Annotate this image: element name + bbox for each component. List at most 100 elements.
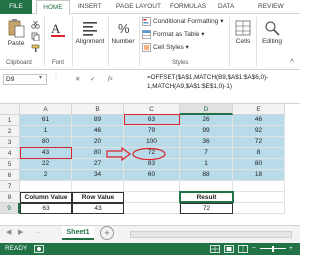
tab-review[interactable]: REVIEW xyxy=(258,0,284,14)
tab-formulas[interactable]: FORMULAS xyxy=(170,0,206,14)
alignment-label: Alignment xyxy=(75,38,105,45)
cell-b2[interactable]: 46 xyxy=(72,126,124,137)
horizontal-scrollbar[interactable] xyxy=(130,231,292,238)
cell-d1[interactable]: 26 xyxy=(180,115,233,126)
paste-icon xyxy=(8,19,25,38)
copy-icon[interactable] xyxy=(31,32,40,41)
cell-e2[interactable]: 92 xyxy=(233,126,285,137)
worksheet-grid[interactable]: A B C D E 1 61 89 63 26 46 2 1 46 79 99 92 3 80 20 100 36 72 4 4… xyxy=(0,104,300,224)
column-header-b[interactable]: B xyxy=(72,104,124,115)
cell-e4[interactable]: 8 xyxy=(233,148,285,159)
cell-e5[interactable]: 80 xyxy=(233,159,285,170)
conditional-formatting-button[interactable]: Conditional Formatting ▾ xyxy=(142,17,223,27)
tab-data[interactable]: DATA xyxy=(218,0,234,14)
cell-a6[interactable]: 2 xyxy=(20,170,72,181)
editing-button[interactable]: Editing xyxy=(257,20,287,45)
row-header-7[interactable]: 7 xyxy=(0,181,20,192)
svg-text:A: A xyxy=(51,21,61,36)
cell-d4[interactable]: 7 xyxy=(180,148,233,159)
cells-button[interactable]: Cells xyxy=(231,20,255,45)
cell-e7[interactable] xyxy=(233,181,285,192)
zoom-in-icon[interactable]: + xyxy=(289,243,293,255)
cell-c6[interactable]: 60 xyxy=(124,170,180,181)
cell-a5[interactable]: 22 xyxy=(20,159,72,170)
page-layout-view-icon[interactable] xyxy=(224,245,234,253)
ribbon-tab-bar: FILE HOME INSERT PAGE LAYOUT FORMULAS DA… xyxy=(0,0,300,15)
cell-e6[interactable]: 18 xyxy=(233,170,285,181)
prev-sheet-icon[interactable]: ◀ xyxy=(6,228,11,236)
cell-styles-icon xyxy=(142,43,151,52)
cell-b7[interactable] xyxy=(72,181,124,192)
row-header-3[interactable]: 3 xyxy=(0,137,20,148)
cell-e8[interactable] xyxy=(233,192,285,203)
tab-home[interactable]: HOME xyxy=(36,0,70,15)
name-box-dropdown-icon[interactable]: ▾ xyxy=(39,74,42,81)
cell-d6[interactable]: 88 xyxy=(180,170,233,181)
collapse-ribbon-icon[interactable]: ˄ xyxy=(290,58,294,65)
cell-d5[interactable]: 1 xyxy=(180,159,233,170)
cell-c2[interactable]: 79 xyxy=(124,126,180,137)
cell-c8[interactable] xyxy=(124,192,180,203)
cell-a7[interactable] xyxy=(20,181,72,192)
font-group-label: Font xyxy=(52,60,65,66)
next-sheet-icon[interactable]: ▶ xyxy=(18,228,23,236)
row-header-2[interactable]: 2 xyxy=(0,126,20,137)
cell-a9[interactable]: 63 xyxy=(20,203,72,214)
column-header-e[interactable]: E xyxy=(233,104,285,115)
ribbon-divider xyxy=(229,17,230,67)
insert-function-icon[interactable]: fx xyxy=(108,75,113,82)
font-button[interactable]: A xyxy=(46,20,70,40)
cell-e3[interactable]: 72 xyxy=(233,137,285,148)
row-header-9[interactable]: 9 xyxy=(0,203,20,214)
cell-b6[interactable]: 34 xyxy=(72,170,124,181)
row-header-8[interactable]: 8 xyxy=(0,192,20,203)
cell-a1[interactable]: 61 xyxy=(20,115,72,126)
font-icon: A xyxy=(51,21,65,37)
cell-d3[interactable]: 36 xyxy=(180,137,233,148)
column-header-a[interactable]: A xyxy=(20,104,72,115)
cell-b8[interactable]: Row Value xyxy=(72,192,124,203)
cell-a2[interactable]: 1 xyxy=(20,126,72,137)
status-ready: READY xyxy=(5,245,28,252)
tab-page-layout[interactable]: PAGE LAYOUT xyxy=(116,0,161,14)
tab-file[interactable]: FILE xyxy=(0,0,32,14)
cell-e1[interactable]: 46 xyxy=(233,115,285,126)
select-all-corner[interactable] xyxy=(0,104,20,115)
paste-button[interactable]: Paste xyxy=(4,18,28,47)
cell-c9[interactable] xyxy=(124,203,180,214)
row-header-6[interactable]: 6 xyxy=(0,170,20,181)
row-header-5[interactable]: 5 xyxy=(0,159,20,170)
cells-icon xyxy=(235,20,251,36)
row-header-4[interactable]: 4 xyxy=(0,148,20,159)
page-break-view-icon[interactable] xyxy=(238,245,248,253)
row-header-1[interactable]: 1 xyxy=(0,115,20,126)
cell-d9[interactable]: 72 xyxy=(180,203,233,214)
tab-sheet1[interactable]: Sheet1 xyxy=(62,226,94,240)
tab-insert[interactable]: INSERT xyxy=(78,0,102,14)
cell-b1[interactable]: 89 xyxy=(72,115,124,126)
more-sheets-icon[interactable]: … xyxy=(34,228,41,235)
cell-d2[interactable]: 99 xyxy=(180,126,233,137)
zoom-slider-thumb[interactable] xyxy=(272,246,274,252)
number-icon: % xyxy=(118,21,130,36)
alignment-icon xyxy=(83,22,97,36)
column-header-d[interactable]: D xyxy=(180,104,233,115)
cancel-icon[interactable]: ✕ xyxy=(75,75,80,83)
formula-input[interactable]: =OFFSET($A$1,MATCH(B9,$A$1:$A$6,0)- 1,MA… xyxy=(147,73,297,91)
format-painter-icon[interactable] xyxy=(31,44,40,53)
cells-label: Cells xyxy=(235,38,251,45)
cell-styles-button[interactable]: Cell Styles ▾ xyxy=(142,43,189,53)
cell-b9[interactable]: 43 xyxy=(72,203,124,214)
enter-icon[interactable]: ✓ xyxy=(90,75,95,83)
zoom-out-icon[interactable]: − xyxy=(252,243,256,255)
number-button[interactable]: % Number xyxy=(109,20,137,45)
cell-c7[interactable] xyxy=(124,181,180,192)
cut-icon[interactable] xyxy=(31,20,40,29)
format-as-table-button[interactable]: Format as Table ▾ xyxy=(142,30,205,40)
normal-view-icon[interactable] xyxy=(210,245,220,253)
cell-e9[interactable] xyxy=(233,203,285,214)
alignment-button[interactable]: Alignment xyxy=(73,20,107,45)
cell-a8[interactable]: Column Value xyxy=(20,192,72,203)
macro-record-icon[interactable] xyxy=(34,245,44,253)
add-sheet-icon[interactable]: + xyxy=(100,226,114,240)
